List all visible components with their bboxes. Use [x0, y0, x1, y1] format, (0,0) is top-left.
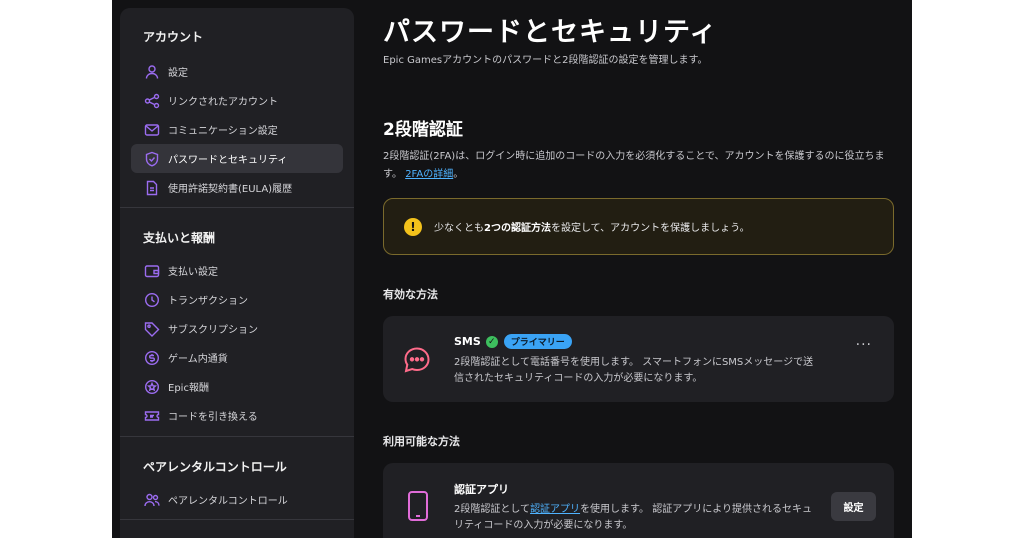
page-subtitle: Epic Gamesアカウントのパスワードと2段階認証の設定を管理します。 — [383, 55, 708, 66]
setup-button[interactable]: 設定 — [831, 492, 876, 521]
sidebar-item-eula-history[interactable]: 使用許諾契約書(EULA)履歴 — [131, 173, 343, 202]
sidebar-item-password-security[interactable]: パスワードとセキュリティ — [131, 144, 343, 173]
twofa-description: 2段階認証(2FA)は、ログイン時に追加のコードの入力を必須化することで、アカウ… — [383, 148, 893, 184]
ticket-icon — [144, 408, 160, 424]
sidebar-item-payment-settings[interactable]: 支払い設定 — [131, 256, 343, 285]
twofa-description-end: 。 — [453, 169, 464, 180]
sidebar-item-label: Epic報酬 — [168, 383, 209, 394]
app-description: 2段階認証として認証アプリを使用します。 認証アプリにより提供されるセキュリティ… — [454, 502, 814, 534]
authenticator-app-card: 認証アプリ 2段階認証として認証アプリを使用します。 認証アプリにより提供される… — [383, 463, 894, 538]
sidebar-item-subscriptions[interactable]: サブスクリプション — [131, 314, 343, 343]
sidebar-item-epic-rewards[interactable]: Epic報酬 — [131, 372, 343, 401]
sms-description: 2段階認証として電話番号を使用します。 スマートフォンにSMSメッセージで送信さ… — [454, 357, 814, 384]
smartphone-icon — [402, 490, 434, 522]
page-title: パスワードとセキュリティ — [383, 17, 718, 48]
warning-icon: ! — [404, 217, 422, 236]
sidebar-item-label: ゲーム内通貨 — [168, 354, 228, 365]
sidebar-item-label: パスワードとセキュリティ — [168, 155, 288, 166]
primary-badge: プライマリー — [503, 334, 572, 349]
chat-bubble-icon — [401, 344, 433, 376]
sidebar-item-label: 使用許諾契約書(EULA)履歴 — [168, 184, 293, 195]
section-title-parental: ペアレンタルコントロール — [143, 460, 287, 474]
users-icon — [144, 492, 160, 508]
sidebar-item-label: リンクされたアカウント — [168, 97, 278, 108]
sidebar-item-transactions[interactable]: トランザクション — [131, 285, 343, 314]
section-title-account: アカウント — [143, 30, 204, 44]
sidebar-item-label: ペアレンタルコントロール — [168, 496, 288, 507]
authenticator-app-link[interactable]: 認証アプリ — [530, 504, 580, 515]
sidebar-item-label: 支払い設定 — [168, 267, 218, 278]
app-window: アカウント 設定 リンクされたアカウント コミュニケーション設定 パスワードとセ… — [112, 0, 912, 538]
twofa-learn-more-link[interactable]: 2FAの詳細 — [405, 169, 453, 180]
person-icon — [144, 64, 160, 80]
available-methods-heading: 利用可能な方法 — [383, 435, 460, 448]
sms-title-row: SMS ✓ プライマリー — [454, 334, 572, 349]
mail-icon — [144, 122, 160, 138]
main-content: パスワードとセキュリティ Epic Gamesアカウントのパスワードと2段階認証… — [383, 0, 898, 538]
warning-text-bold: 2つの認証方法 — [484, 223, 551, 234]
clock-icon — [144, 292, 160, 308]
wallet-icon — [144, 263, 160, 279]
sidebar-item-label: サブスクリプション — [168, 325, 258, 336]
section-title-payments: 支払いと報酬 — [143, 231, 216, 245]
warning-text-post: を設定して、アカウントを保護しましょう。 — [550, 223, 750, 234]
sidebar-item-parental-controls[interactable]: ペアレンタルコントロール — [131, 485, 343, 514]
sidebar-divider — [120, 207, 354, 208]
sidebar-item-communication[interactable]: コミュニケーション設定 — [131, 115, 343, 144]
sidebar-item-redeem-code[interactable]: コードを引き換える — [131, 401, 343, 430]
sidebar-item-label: コミュニケーション設定 — [168, 126, 278, 137]
more-options-icon[interactable]: ··· — [856, 337, 872, 353]
sidebar-item-label: 設定 — [168, 68, 188, 79]
sidebar-divider — [120, 519, 354, 520]
check-circle-icon: ✓ — [485, 335, 498, 348]
app-title-row: 認証アプリ — [454, 481, 509, 497]
sms-title: SMS — [454, 335, 481, 348]
app-description-pre: 2段階認証として — [454, 504, 531, 515]
tag-icon — [144, 321, 160, 337]
sidebar-divider — [120, 436, 354, 437]
shield-icon — [144, 151, 160, 167]
document-icon — [144, 180, 160, 196]
warning-text-pre: 少なくとも — [434, 223, 484, 234]
sidebar: アカウント 設定 リンクされたアカウント コミュニケーション設定 パスワードとセ… — [120, 8, 354, 538]
warning-text: 少なくとも2つの認証方法を設定して、アカウントを保護しましょう。 — [434, 219, 750, 234]
share-nodes-icon — [144, 93, 160, 109]
app-title: 認証アプリ — [454, 483, 509, 496]
sidebar-item-in-game-currency[interactable]: ゲーム内通貨 — [131, 343, 343, 372]
sidebar-item-linked-accounts[interactable]: リンクされたアカウント — [131, 86, 343, 115]
twofa-heading: 2段階認証 — [383, 120, 463, 140]
sidebar-item-label: トランザクション — [168, 296, 248, 307]
warning-banner: ! 少なくとも2つの認証方法を設定して、アカウントを保護しましょう。 — [383, 198, 894, 255]
sms-method-card: SMS ✓ プライマリー 2段階認証として電話番号を使用します。 スマートフォン… — [383, 316, 894, 402]
sidebar-item-label: コードを引き換える — [168, 412, 258, 423]
coin-icon — [144, 350, 160, 366]
enabled-methods-heading: 有効な方法 — [383, 288, 438, 301]
reward-icon — [144, 379, 160, 395]
sidebar-item-settings[interactable]: 設定 — [131, 57, 343, 86]
